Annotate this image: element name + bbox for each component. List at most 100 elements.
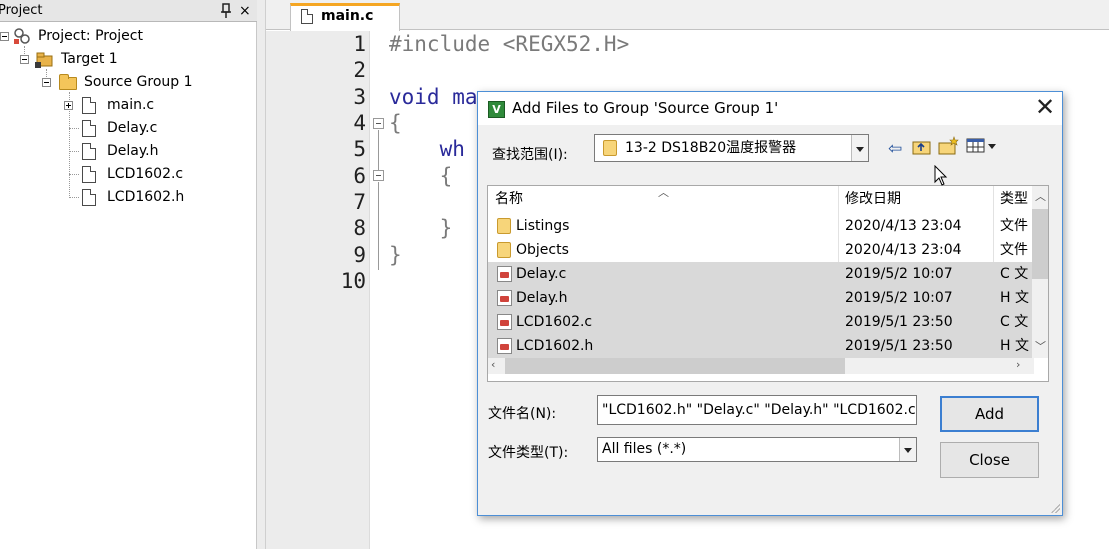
collapse-icon[interactable] <box>0 32 9 41</box>
project-panel-header: Project × <box>0 0 257 22</box>
view-menu-icon[interactable] <box>966 138 998 154</box>
filetype-dropdown[interactable]: All files (*.*) <box>597 437 917 462</box>
scroll-right-icon[interactable]: › <box>1016 358 1020 371</box>
file-date: 2020/4/13 23:04 <box>845 218 962 234</box>
look-in-label: 查找范围(I): <box>492 147 568 163</box>
list-item[interactable]: Listings 2020/4/13 23:04 文件 <box>488 214 1036 238</box>
tree-item-file[interactable]: Delay.h <box>0 140 250 162</box>
close-button[interactable]: Close <box>940 442 1039 478</box>
add-files-dialog: V Add Files to Group 'Source Group 1' ✕ … <box>477 91 1063 516</box>
new-folder-icon[interactable] <box>938 136 960 156</box>
code-line[interactable]: { <box>389 164 453 188</box>
scrollbar-thumb[interactable] <box>1032 209 1048 279</box>
line-number: 2 <box>353 58 366 82</box>
code-line[interactable]: { <box>389 111 402 135</box>
file-date: 2019/5/1 23:50 <box>845 338 953 354</box>
scroll-up-icon[interactable]: ︿ <box>1035 188 1046 204</box>
resize-grip-icon[interactable] <box>1050 503 1060 513</box>
file-icon <box>82 97 96 114</box>
folder-icon <box>497 218 511 234</box>
panel-splitter[interactable] <box>257 0 266 549</box>
filename-input[interactable]: "LCD1602.h" "Delay.c" "Delay.h" "LCD1602… <box>597 395 917 425</box>
close-panel-icon[interactable]: × <box>239 0 251 22</box>
code-line[interactable]: } <box>389 243 402 267</box>
column-header-date[interactable]: 修改日期 <box>845 186 901 212</box>
scroll-down-icon[interactable]: ﹀ <box>1035 338 1046 354</box>
tree-item-project[interactable]: Project: Project <box>0 25 250 47</box>
line-number: 9 <box>353 243 366 267</box>
line-number: 4 <box>353 111 366 135</box>
code-line[interactable]: #include <REGX52.H> <box>389 32 629 56</box>
tree-item-target[interactable]: Target 1 <box>0 48 250 70</box>
sort-ascending-icon: ︿ <box>658 186 669 199</box>
folder-open-icon <box>59 74 77 90</box>
file-list[interactable]: 名称 ︿ 修改日期 类型 Listings 2020/4/13 23:04 文件… <box>487 185 1049 382</box>
file-icon <box>82 120 96 137</box>
add-button[interactable]: Add <box>940 396 1039 432</box>
file-icon <box>301 9 313 24</box>
tree-item-label: Target 1 <box>61 51 118 67</box>
list-item-selected[interactable]: Delay.h 2019/5/2 10:07 H 文 <box>488 286 1036 310</box>
file-icon <box>82 166 96 183</box>
tree-item-source-group[interactable]: Source Group 1 <box>0 71 250 93</box>
tree-item-file[interactable]: LCD1602.h <box>0 186 250 208</box>
file-type: 文件 <box>1000 218 1028 234</box>
column-header-name[interactable]: 名称 <box>495 186 523 212</box>
code-line[interactable]: void ma <box>389 85 478 109</box>
line-number: 6 <box>353 164 366 188</box>
file-type: 文件 <box>1000 242 1028 258</box>
list-item[interactable]: Objects 2020/4/13 23:04 文件 <box>488 238 1036 262</box>
pin-icon[interactable] <box>219 3 233 19</box>
scroll-left-icon[interactable]: ‹ <box>491 358 495 371</box>
file-icon <box>82 189 96 206</box>
tree-item-file[interactable]: main.c <box>0 94 250 116</box>
line-number: 5 <box>353 137 366 161</box>
filetype-label: 文件类型(T): <box>488 445 569 461</box>
file-date: 2019/5/2 10:07 <box>845 266 953 282</box>
collapse-icon[interactable] <box>20 55 29 64</box>
fold-collapse-icon[interactable] <box>373 118 384 129</box>
tab-main-c[interactable]: main.c <box>290 3 400 31</box>
tree-item-label: Project: Project <box>38 28 143 44</box>
dropdown-arrow-icon[interactable] <box>851 135 868 161</box>
horizontal-scrollbar[interactable]: ‹ › <box>488 358 1034 374</box>
line-number: 10 <box>340 269 366 293</box>
project-panel: Project × Project: Project Target 1 Sour… <box>0 0 257 549</box>
tree-item-file[interactable]: LCD1602.c <box>0 163 250 185</box>
collapse-icon[interactable] <box>42 78 51 87</box>
code-line[interactable]: wh <box>389 137 465 161</box>
dialog-titlebar[interactable]: V Add Files to Group 'Source Group 1' ✕ <box>478 92 1062 125</box>
list-item-selected[interactable]: Delay.c 2019/5/2 10:07 C 文 <box>488 262 1036 286</box>
tree-item-label: main.c <box>107 97 155 113</box>
dropdown-arrow-icon[interactable] <box>899 438 916 461</box>
tree-item-label: Source Group 1 <box>84 74 193 90</box>
list-item-selected[interactable]: LCD1602.h 2019/5/1 23:50 H 文 <box>488 334 1036 358</box>
file-type: H 文 <box>1000 338 1029 354</box>
back-arrow-icon[interactable]: ⇦ <box>888 139 902 159</box>
file-name: Objects <box>516 242 569 258</box>
scrollbar-thumb[interactable] <box>505 358 845 374</box>
file-name: LCD1602.c <box>516 314 593 330</box>
column-header-type[interactable]: 类型 <box>1000 186 1028 212</box>
filetype-value: All files (*.*) <box>602 441 687 457</box>
tab-label: main.c <box>321 8 374 24</box>
code-line[interactable]: } <box>389 216 453 240</box>
list-item-selected[interactable]: LCD1602.c 2019/5/1 23:50 C 文 <box>488 310 1036 334</box>
line-number: 1 <box>353 32 366 56</box>
folder-icon <box>603 140 617 156</box>
file-name: Delay.h <box>516 290 568 306</box>
file-date: 2019/5/1 23:50 <box>845 314 953 330</box>
fold-guide <box>378 182 379 270</box>
tree-item-label: LCD1602.h <box>107 189 185 205</box>
keil-file-icon <box>497 290 512 306</box>
file-type: C 文 <box>1000 314 1029 330</box>
file-date: 2019/5/2 10:07 <box>845 290 953 306</box>
look-in-dropdown[interactable]: 13-2 DS18B20温度报警器 <box>594 134 869 162</box>
dialog-close-icon[interactable]: ✕ <box>1032 95 1058 121</box>
fold-collapse-icon[interactable] <box>373 170 384 181</box>
expand-icon[interactable] <box>64 101 73 110</box>
tree-item-file[interactable]: Delay.c <box>0 117 250 139</box>
folder-icon <box>497 242 511 258</box>
vertical-scrollbar[interactable]: ︿ ﹀ <box>1032 186 1048 358</box>
up-folder-icon[interactable] <box>912 138 932 156</box>
